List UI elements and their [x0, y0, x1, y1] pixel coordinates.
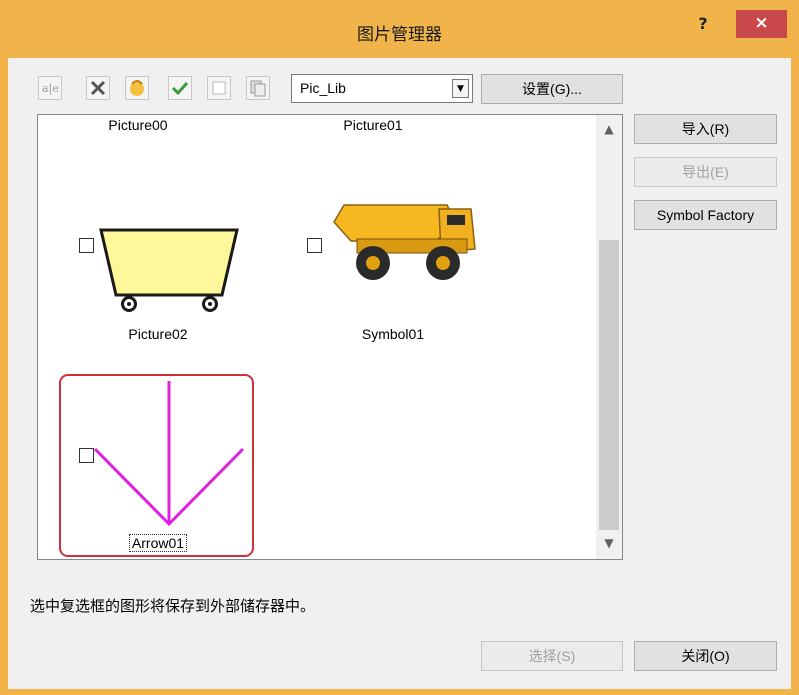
picture-checkbox[interactable] [79, 448, 94, 463]
library-select-value: Pic_Lib [300, 80, 346, 96]
status-message: 选中复选框的图形将保存到外部储存器中。 [30, 597, 316, 615]
select-button[interactable]: 选择(S) [481, 641, 623, 671]
uncheck-all-icon[interactable] [207, 76, 231, 100]
picture-checkbox[interactable] [79, 238, 94, 253]
close-button[interactable]: 关闭(O) [634, 641, 777, 671]
picture-label[interactable]: Symbol01 [303, 326, 483, 342]
symbol-factory-button[interactable]: Symbol Factory [634, 200, 777, 230]
import-button[interactable]: 导入(R) [634, 114, 777, 144]
title-bar: 图片管理器 ? × [0, 0, 799, 58]
picture-manager-dialog: 图片管理器 ? × a|e Pic_Lib ▼ 设置(G)... Picture… [0, 0, 799, 695]
close-window-button[interactable]: × [736, 10, 787, 38]
chevron-down-icon[interactable]: ▼ [452, 79, 469, 98]
scroll-thumb[interactable] [599, 240, 619, 530]
library-select[interactable]: Pic_Lib ▼ [291, 74, 473, 103]
dialog-body: a|e Pic_Lib ▼ 设置(G)... Picture00 Picture… [8, 58, 791, 689]
dialog-title: 图片管理器 [357, 25, 442, 45]
settings-button[interactable]: 设置(G)... [481, 74, 623, 104]
vertical-scrollbar[interactable]: ▲ ▼ [596, 115, 622, 559]
window-border [0, 689, 799, 695]
export-button[interactable]: 导出(E) [634, 157, 777, 187]
rename-icon[interactable]: a|e [38, 76, 62, 100]
picture-checkbox[interactable] [307, 238, 322, 253]
svg-text:a|e: a|e [42, 82, 59, 96]
arrow-down-icon[interactable] [93, 381, 248, 529]
picture-label-wrap: Arrow01 [68, 534, 248, 552]
cart-image[interactable] [98, 225, 243, 317]
scroll-down-icon[interactable]: ▼ [596, 531, 622, 555]
picture-label[interactable]: Picture02 [68, 326, 248, 342]
dump-truck-image[interactable] [329, 197, 479, 283]
picture-label[interactable]: Picture00 [48, 117, 228, 133]
scroll-up-icon[interactable]: ▲ [596, 117, 622, 141]
picture-label[interactable]: Arrow01 [128, 534, 188, 552]
picture-list[interactable]: Picture00 Picture01 Picture02 Symbol01 A… [37, 114, 623, 560]
paste-icon[interactable] [125, 76, 149, 100]
picture-label[interactable]: Picture01 [283, 117, 463, 133]
check-all-icon[interactable] [168, 76, 192, 100]
copy-icon[interactable] [246, 76, 270, 100]
help-button[interactable]: ? [688, 14, 718, 38]
delete-icon[interactable] [86, 76, 110, 100]
